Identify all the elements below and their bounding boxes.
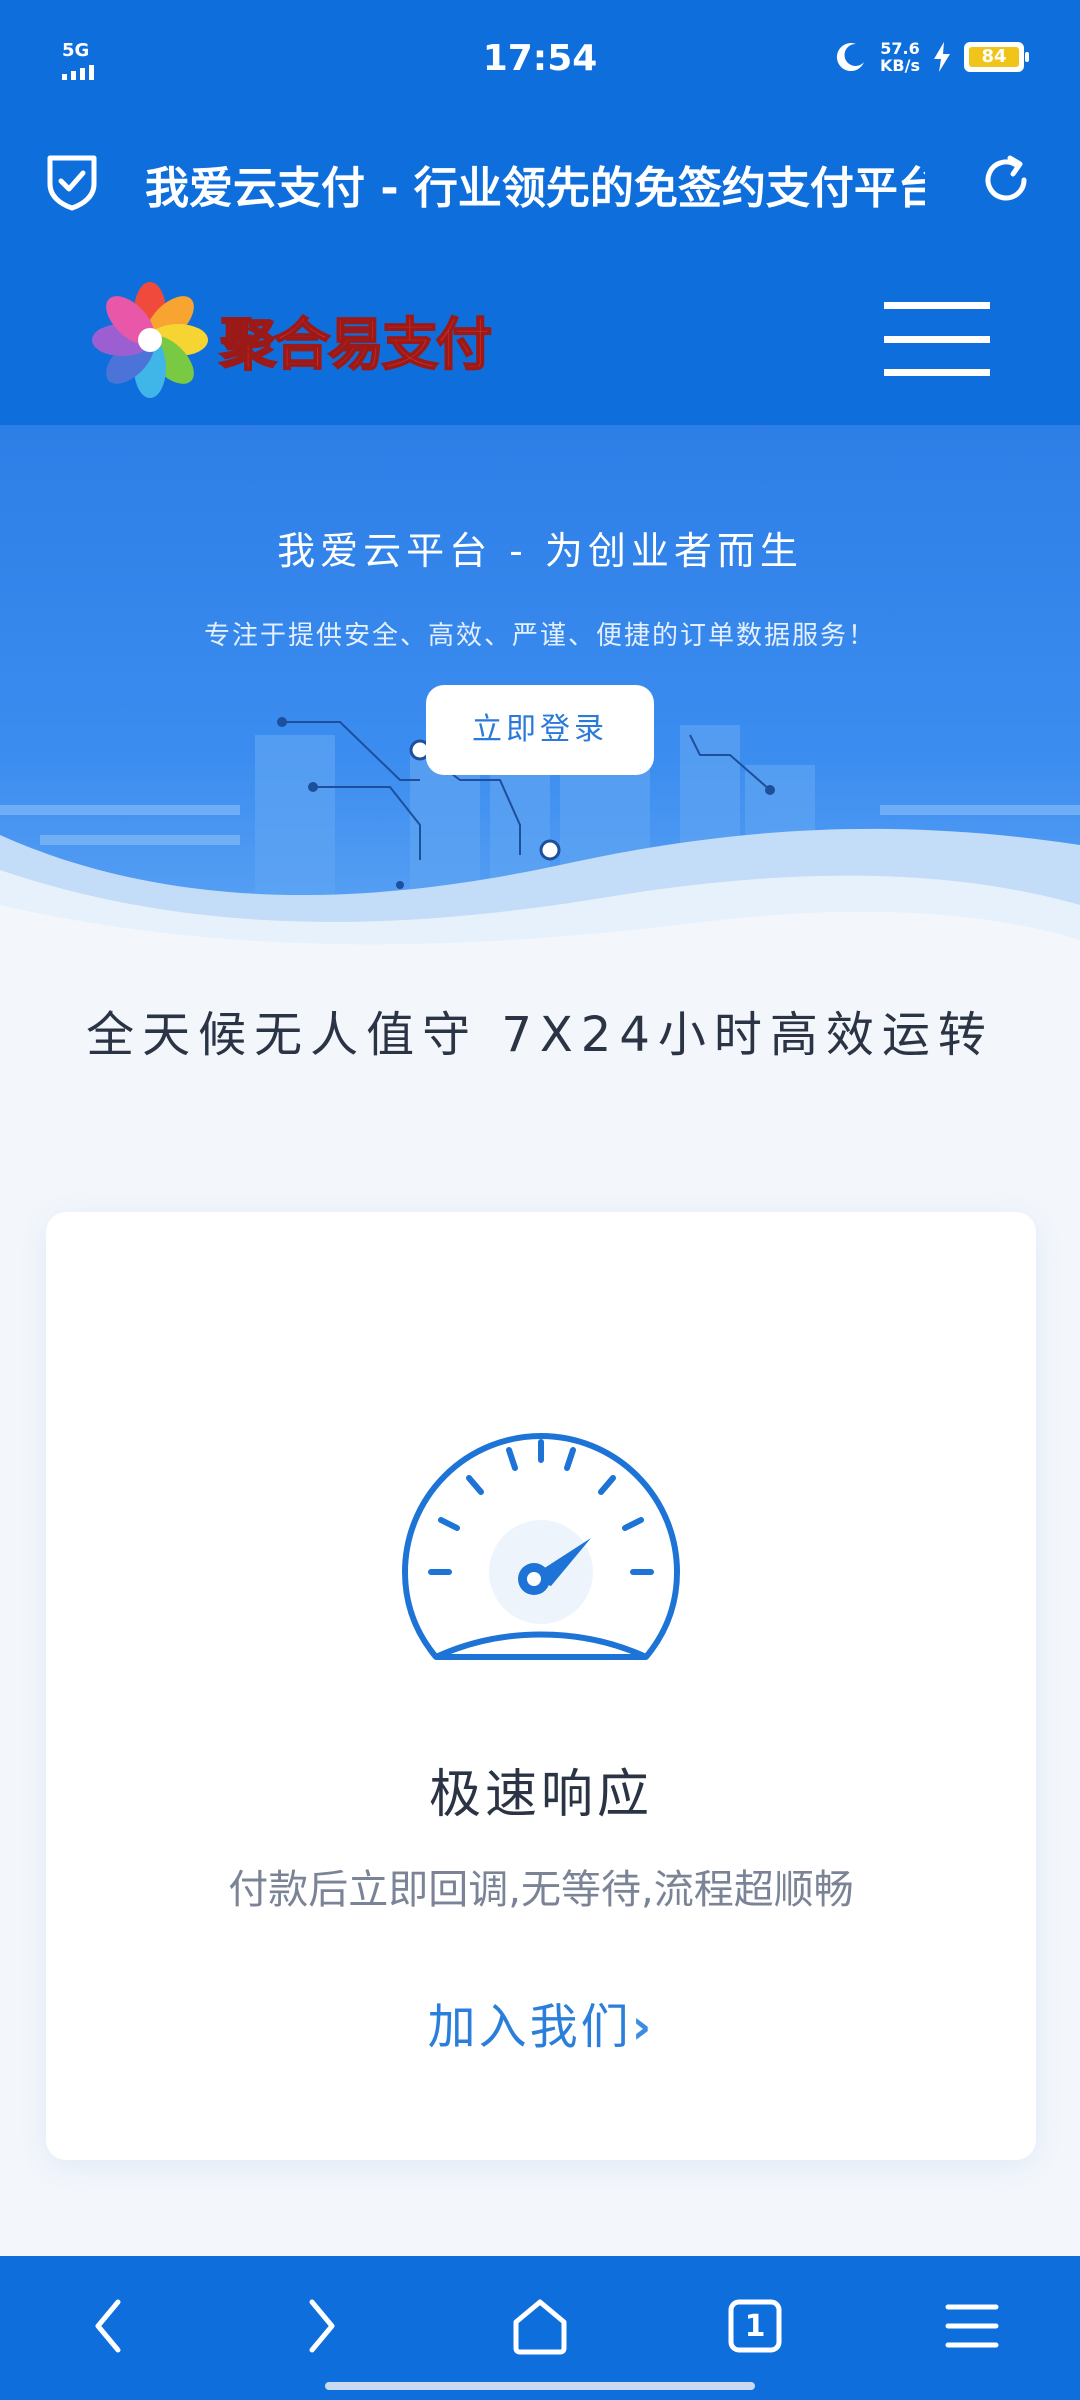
tabs-button[interactable]: 1 bbox=[715, 2286, 795, 2366]
hero-subtitle: 专注于提供安全、高效、严谨、便捷的订单数据服务！ bbox=[203, 621, 876, 651]
back-button[interactable] bbox=[68, 2286, 148, 2366]
login-button[interactable]: 立即登录 bbox=[426, 685, 654, 775]
browser-address-bar[interactable]: 我爱云支付 - 行业领先的免签约支付平台 bbox=[0, 130, 1080, 230]
logo-text: 聚合易支付 bbox=[219, 312, 493, 379]
forward-button[interactable] bbox=[282, 2286, 362, 2366]
site-header: 聚合易支付 bbox=[0, 250, 1080, 425]
chevron-right-icon: › bbox=[631, 1999, 655, 2055]
feature-title: 极速响应 bbox=[428, 1765, 653, 1825]
home-button[interactable] bbox=[500, 2286, 580, 2366]
feature-card: 极速响应 付款后立即回调,无等待,流程超顺畅 加入我们› bbox=[46, 1212, 1036, 2160]
join-us-link[interactable]: 加入我们› bbox=[46, 1987, 1036, 2057]
shield-check-icon[interactable] bbox=[44, 150, 100, 212]
site-menu-button[interactable] bbox=[884, 302, 990, 376]
battery-icon: 84 bbox=[964, 42, 1029, 72]
battery-level: 84 bbox=[969, 47, 1019, 67]
status-icons: 57.6 KB/s 84 bbox=[834, 40, 1029, 74]
status-bar: 5G 17:54 57.6 KB/s 84 bbox=[0, 0, 1080, 120]
moon-icon bbox=[836, 43, 865, 72]
feature-description: 付款后立即回调,无等待,流程超顺畅 bbox=[228, 1867, 854, 1913]
browser-menu-button[interactable] bbox=[932, 2286, 1012, 2366]
browser-bottom-nav: 1 bbox=[0, 2256, 1080, 2400]
site-logo[interactable]: 聚合易支付 bbox=[90, 280, 493, 400]
hero-banner: 我爱云平台 - 为创业者而生 专注于提供安全、高效、严谨、便捷的订单数据服务！ … bbox=[0, 425, 1080, 985]
join-us-label: 加入我们 bbox=[427, 1999, 632, 2055]
reload-icon[interactable] bbox=[976, 150, 1036, 210]
pinwheel-logo-icon bbox=[92, 282, 208, 398]
network-speed: 57.6 KB/s bbox=[880, 40, 920, 74]
gesture-bar[interactable] bbox=[325, 2382, 755, 2390]
speed-unit: KB/s bbox=[880, 56, 920, 75]
chevron-left-icon bbox=[95, 2299, 121, 2353]
hero-title: 我爱云平台 - 为创业者而生 bbox=[277, 529, 803, 573]
menu-icon bbox=[945, 2304, 999, 2348]
top-area: 5G 17:54 57.6 KB/s 84 我爱云支付 - 行业领先的免签约支付… bbox=[0, 0, 1080, 425]
home-icon bbox=[513, 2299, 567, 2355]
speedometer-icon bbox=[402, 1433, 680, 1660]
chevron-right-nav-icon bbox=[309, 2299, 335, 2353]
page-title[interactable]: 我爱云支付 - 行业领先的免签约支付平台 bbox=[145, 152, 925, 212]
tab-count: 1 bbox=[744, 2308, 766, 2344]
speed-value: 57.6 bbox=[880, 39, 920, 58]
section-tagline: 全天候无人值守 7X24小时高效运转 bbox=[86, 1007, 994, 1063]
charging-icon bbox=[934, 42, 950, 72]
